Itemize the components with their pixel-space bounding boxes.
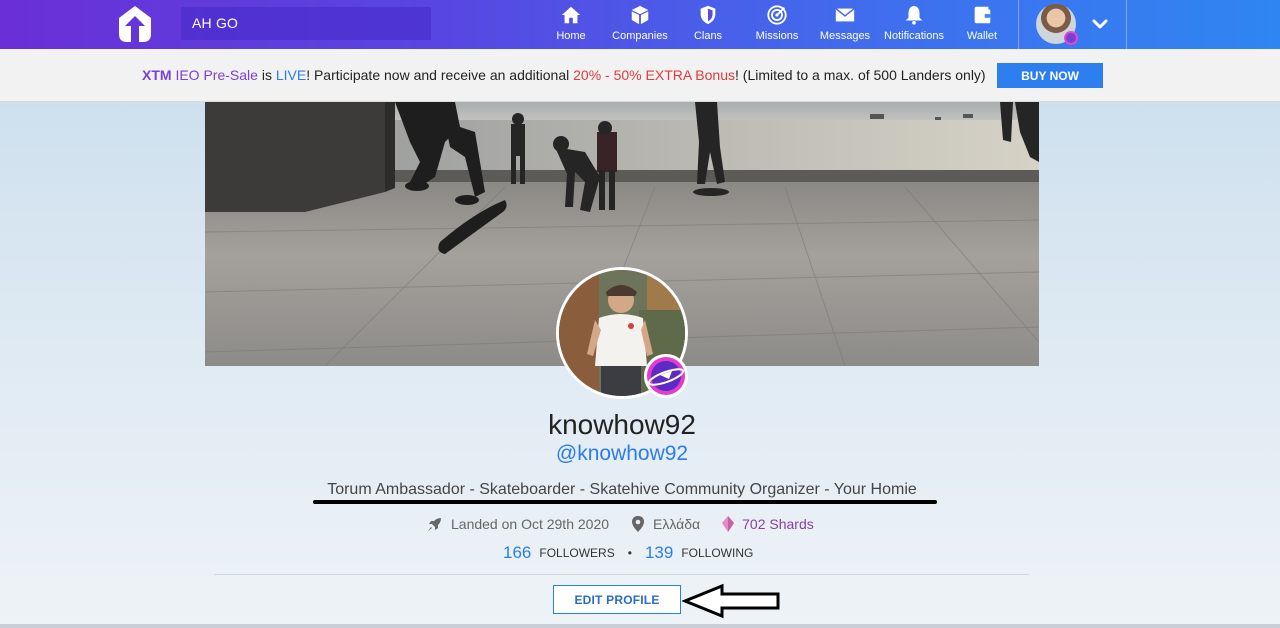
shard-gem-icon [722, 516, 735, 532]
profile-handle[interactable]: @knowhow92 [0, 442, 1244, 466]
bio-underline-annotation [313, 500, 937, 504]
nav-wallet[interactable]: Wallet [944, 0, 1020, 49]
announcement-xtm: XTM [142, 67, 172, 83]
announcement-ieo: IEO Pre-Sale [171, 67, 258, 83]
home-icon [561, 6, 581, 24]
nav-home[interactable]: Home [533, 0, 609, 49]
nav-clans-label: Clans [693, 30, 723, 42]
cube-icon [631, 5, 649, 25]
landed-date-text: Landed on Oct 29th 2020 [451, 516, 610, 532]
profile-bio: Torum Ambassador - Skateboarder - Skateh… [327, 481, 917, 498]
following-count[interactable]: 139 [645, 543, 673, 563]
nav-home-label: Home [556, 30, 586, 42]
top-navigation-bar: AH GO Home Companies Clans Missions Mess… [0, 0, 1280, 49]
bell-icon [905, 5, 923, 25]
shards-text: 702 Shards [742, 516, 814, 532]
nav-notifications[interactable]: Notifications [876, 0, 952, 49]
announcement-bonus: 20% - 50% EXTRA Bonus [573, 67, 736, 83]
ambassador-badge-icon [644, 354, 688, 398]
buy-now-button[interactable]: BUY NOW [997, 63, 1103, 88]
arrow-left-annotation-icon [682, 583, 780, 619]
follow-stats: 166 FOLLOWERS • 139 FOLLOWING [503, 542, 753, 564]
nav-wallet-label: Wallet [966, 30, 998, 42]
nav-divider [1018, 0, 1019, 49]
announcement-live: LIVE [275, 67, 307, 83]
profile-meta: Landed on Oct 29th 2020 Ελλάδα 702 Shard… [427, 514, 836, 534]
nav-divider [1126, 0, 1127, 49]
search-input[interactable]: AH GO [181, 7, 431, 40]
rocket-icon [428, 518, 441, 531]
nav-messages[interactable]: Messages [807, 0, 883, 49]
nav-clans[interactable]: Clans [670, 0, 746, 49]
announcement-text: XTM IEO Pre-Sale is LIVE! Participate no… [142, 67, 986, 83]
target-icon [767, 5, 787, 25]
location-text: Ελλάδα [653, 516, 701, 532]
nav-missions-label: Missions [755, 30, 799, 42]
shield-icon [700, 5, 716, 25]
announcement-is: is [257, 67, 276, 83]
chevron-down-icon[interactable] [1090, 14, 1110, 34]
followers-count[interactable]: 166 [503, 543, 531, 563]
shards: 702 Shards [722, 516, 814, 532]
profile-username: knowhow92 [548, 409, 696, 440]
nav-messages-label: Messages [819, 30, 871, 42]
location: Ελλάδα [631, 516, 700, 532]
torum-logo-icon[interactable] [115, 4, 155, 44]
user-avatar[interactable] [1036, 4, 1078, 45]
envelope-icon [835, 8, 855, 22]
bottom-strip [0, 624, 1280, 628]
wallet-icon [974, 6, 991, 24]
nav-companies[interactable]: Companies [602, 0, 678, 49]
avatar-badge-icon [1064, 31, 1078, 45]
nav-companies-label: Companies [612, 30, 668, 42]
following-label[interactable]: FOLLOWING [681, 546, 753, 560]
nav-notifications-label: Notifications [884, 30, 944, 42]
announcement-participate: ! Participate now and receive an additio… [306, 67, 574, 83]
section-divider [214, 574, 1029, 575]
edit-profile-button[interactable]: EDIT PROFILE [553, 585, 681, 614]
followers-label[interactable]: FOLLOWERS [539, 546, 614, 560]
nav-missions[interactable]: Missions [739, 0, 815, 49]
landed-date: Landed on Oct 29th 2020 [427, 516, 609, 532]
separator-dot: • [627, 546, 632, 560]
announcement-limit: ! (Limited to a max. of 500 Landers only… [735, 67, 986, 83]
map-pin-icon [632, 516, 645, 532]
